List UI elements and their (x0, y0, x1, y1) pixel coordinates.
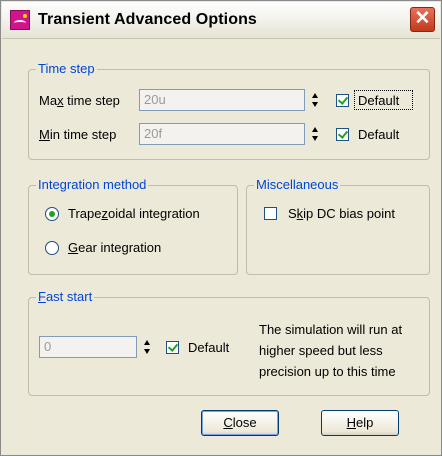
fast-start-default-label: Default (188, 340, 230, 355)
min-time-step-input[interactable]: 20f (139, 123, 305, 145)
close-button[interactable]: Close (201, 410, 279, 436)
time-step-legend: Time step (36, 61, 97, 77)
skip-dc-checkbox[interactable] (264, 207, 277, 220)
gear-label: Gear integration (68, 240, 162, 255)
max-time-step-input[interactable]: 20u (139, 89, 305, 111)
fast-start-legend: Fast start (36, 289, 95, 305)
max-time-step-label: Max time step (39, 93, 120, 108)
min-time-step-spinner[interactable] (312, 123, 322, 145)
help-button[interactable]: Help (321, 410, 399, 436)
fast-start-input[interactable]: 0 (39, 336, 137, 358)
fast-start-description: The simulation will run at higher speed … (259, 319, 402, 382)
close-icon[interactable]: ✕ (410, 7, 435, 32)
window-title: Transient Advanced Options (38, 11, 257, 28)
dialog-window: Transient Advanced Options ✕ Time step M… (0, 0, 442, 456)
integration-method-group: Integration method (28, 177, 238, 275)
fast-start-spinner[interactable] (144, 336, 154, 358)
app-icon (10, 10, 30, 30)
skip-dc-label: Skip DC bias point (288, 206, 395, 221)
fast-start-default-checkbox[interactable] (166, 341, 179, 354)
min-time-step-label: Min time step (39, 127, 117, 142)
miscellaneous-group: Miscellaneous (246, 177, 430, 275)
trapezoidal-radio[interactable] (45, 207, 59, 221)
gear-radio[interactable] (45, 241, 59, 255)
max-time-step-spinner[interactable] (312, 89, 322, 111)
time-step-group: Time step (28, 61, 430, 160)
miscellaneous-legend: Miscellaneous (254, 177, 341, 193)
min-default-checkbox[interactable] (336, 128, 349, 141)
trapezoidal-label: Trapezoidal integration (68, 206, 200, 221)
max-default-checkbox[interactable] (336, 94, 349, 107)
min-default-label: Default (358, 127, 400, 142)
description-line: The simulation will run at (259, 322, 403, 337)
max-default-label: Default (358, 93, 400, 108)
integration-method-legend: Integration method (36, 177, 149, 193)
description-line: higher speed but less (259, 343, 383, 358)
description-line: precision up to this time (259, 364, 396, 379)
title-bar[interactable]: Transient Advanced Options ✕ (2, 2, 440, 39)
